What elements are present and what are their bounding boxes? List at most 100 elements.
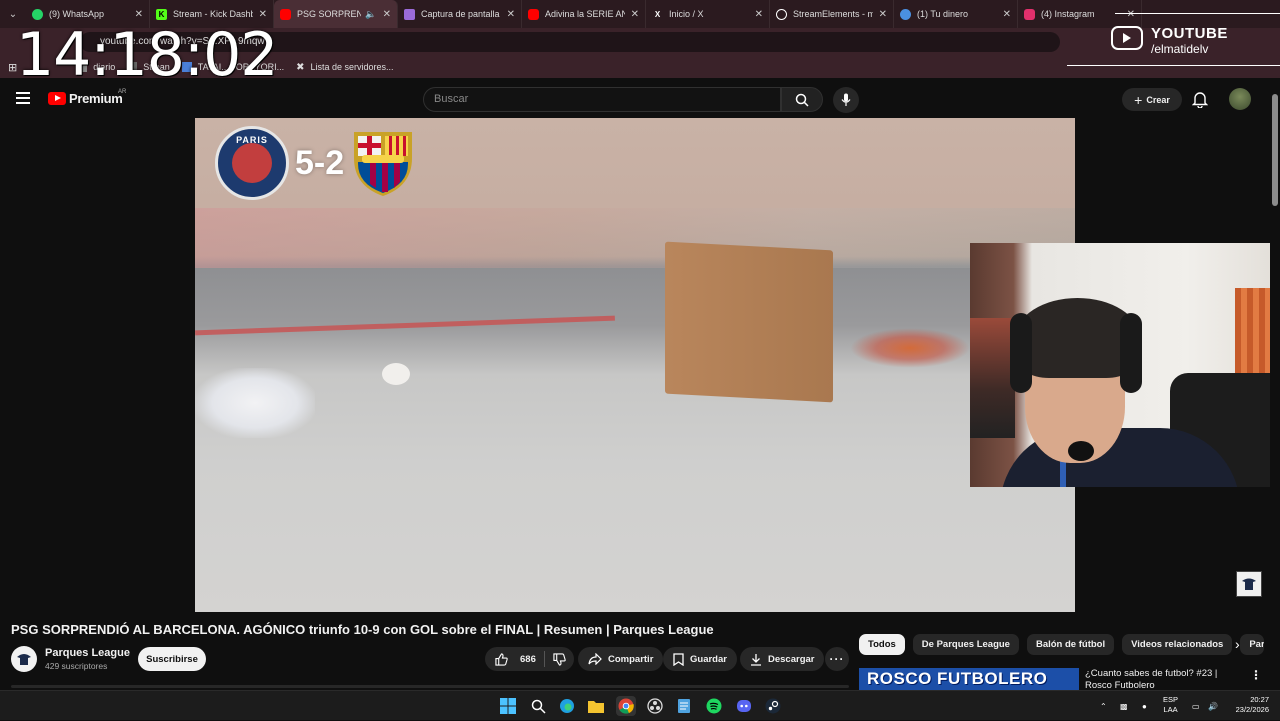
search-button[interactable] (781, 87, 823, 112)
channel-watermark[interactable] (1236, 571, 1262, 597)
subscriber-count: 429 suscriptores (45, 661, 108, 671)
notepad-icon[interactable] (674, 696, 694, 716)
tab-adivina[interactable]: Adivina la SERIE ANII ✕ (522, 0, 646, 28)
pen-icon (404, 8, 415, 20)
account-avatar[interactable] (1229, 88, 1251, 110)
thumbs-down-icon (553, 652, 566, 666)
thumbnail-text: ROSCO FUTBOLERO (867, 669, 1048, 688)
windows-start-icon[interactable] (498, 696, 518, 716)
close-tab-icon[interactable]: ✕ (1127, 9, 1135, 20)
windows-taskbar: ⌃ ▩ ● ESP LAA ▭ 🔊 20:27 23/2/2026 (0, 690, 1280, 720)
search-icon (795, 93, 809, 107)
close-tab-icon[interactable]: ✕ (879, 9, 887, 20)
tab-tu-dinero[interactable]: (1) Tu dinero ✕ (894, 0, 1018, 28)
video-player[interactable]: PARIS 5-2 (195, 118, 1075, 612)
close-tab-icon[interactable]: ✕ (135, 9, 143, 20)
tab-streamelements[interactable]: StreamElements - m ✕ (770, 0, 894, 28)
tab-instagram[interactable]: (4) Instagram ✕ (1018, 0, 1142, 28)
close-tab-icon[interactable]: ✕ (755, 9, 763, 20)
parques-logo-icon (1242, 578, 1256, 590)
file-explorer-icon[interactable] (586, 696, 606, 716)
like-button[interactable]: 686 (485, 651, 545, 667)
close-tab-icon[interactable]: ✕ (507, 9, 515, 20)
obs-icon[interactable] (645, 696, 665, 716)
thumbs-up-icon (495, 652, 508, 666)
tab-label: Captura de pantalla p (421, 9, 501, 19)
tab-label: (4) Instagram (1041, 9, 1095, 19)
save-label: Guardar (690, 653, 727, 665)
stream-clock-overlay: 14:18:02 (16, 20, 278, 90)
bell-icon (1191, 92, 1209, 109)
streamelements-icon (776, 8, 787, 20)
tab-label: StreamElements - m (793, 9, 873, 19)
search-input[interactable]: Buscar (423, 87, 781, 112)
chevron-right-icon[interactable]: › (1235, 636, 1240, 652)
save-button[interactable]: Guardar (663, 647, 737, 671)
channel-name[interactable]: Parques League (45, 647, 130, 659)
subscribe-button[interactable]: Suscribirse (138, 647, 206, 671)
chip-balon-de-futbol[interactable]: Balón de fútbol (1026, 634, 1115, 655)
chip-partial[interactable]: Par (1240, 634, 1265, 655)
bookmark-servidores[interactable]: ✖ Lista de servidores... (296, 62, 394, 73)
speaker-icon[interactable]: 🔈 (365, 9, 376, 20)
steam-icon[interactable] (763, 696, 783, 716)
tab-youtube-active[interactable]: PSG SORPRENDI 🔈 ✕ (274, 0, 398, 28)
close-tab-icon[interactable]: ✕ (631, 9, 639, 20)
network-icon[interactable]: ▩ (1120, 691, 1128, 721)
keyboard-layout: LAA (1163, 705, 1178, 714)
edge-icon[interactable] (557, 696, 577, 716)
chip-todos[interactable]: Todos (859, 634, 905, 655)
overlay-divider (1115, 13, 1280, 14)
more-vertical-icon[interactable]: ⋮ (1250, 668, 1262, 682)
youtube-play-icon (48, 92, 66, 105)
related-filter-chips: Todos De Parques League Balón de fútbol … (859, 634, 1272, 655)
chrome-icon[interactable] (616, 696, 636, 716)
related-video-thumbnail[interactable]: ROSCO FUTBOLERO (859, 668, 1079, 690)
tab-x[interactable]: X Inicio / X ✕ (646, 0, 770, 28)
search-icon[interactable] (528, 696, 548, 716)
video-scene-wall (195, 208, 1075, 268)
video-title: PSG SORPRENDIÓ AL BARCELONA. AGÓNICO tri… (11, 622, 714, 637)
instagram-icon (1024, 8, 1035, 20)
wallet-icon (900, 8, 911, 20)
badge-handle: /elmatidelv (1151, 42, 1209, 56)
more-horizontal-icon: ··· (829, 652, 845, 666)
close-tab-icon[interactable]: ✕ (259, 9, 267, 20)
volume-icon[interactable]: 🔊 (1208, 691, 1218, 721)
spotify-icon[interactable] (704, 696, 724, 716)
score-text: 5-2 (295, 143, 345, 182)
notifications-button[interactable] (1191, 90, 1209, 113)
scoreboard: PARIS 5-2 (215, 126, 416, 200)
page-scrollbar[interactable] (1270, 80, 1280, 690)
close-tab-icon[interactable]: ✕ (383, 9, 391, 20)
more-actions-button[interactable]: ··· (825, 647, 849, 671)
webcam-overlay (970, 243, 1280, 487)
chip-de-parques-league[interactable]: De Parques League (912, 634, 1019, 655)
kick-icon: K (156, 8, 167, 20)
bookmark-label: Lista de servidores... (310, 62, 394, 72)
menu-icon[interactable] (16, 92, 30, 104)
tab-label: Inicio / X (669, 9, 704, 19)
like-count: 686 (520, 653, 536, 665)
system-clock[interactable]: 20:27 23/2/2026 (1227, 695, 1269, 715)
tray-overflow-icon[interactable]: ⌃ (1100, 691, 1107, 721)
download-button[interactable]: Descargar (740, 647, 825, 671)
related-video-title[interactable]: ¿Cuanto sabes de futbol? #23 | Rosco Fut… (1085, 668, 1245, 690)
close-tab-icon[interactable]: ✕ (1003, 9, 1011, 20)
video-scene-player (195, 368, 315, 438)
dislike-button[interactable] (545, 652, 572, 666)
channel-avatar[interactable] (11, 646, 37, 672)
language-indicator[interactable]: ESP LAA (1163, 695, 1178, 715)
voice-search-button[interactable] (833, 87, 859, 113)
chip-videos-relacionados[interactable]: Videos relacionados (1122, 634, 1233, 655)
tab-captura[interactable]: Captura de pantalla p ✕ (398, 0, 522, 28)
scrollbar-thumb[interactable] (1272, 94, 1278, 206)
discord-icon[interactable] (734, 696, 754, 716)
whatsapp-icon (32, 8, 43, 20)
share-button[interactable]: Compartir (578, 647, 664, 671)
create-button[interactable]: + Crear (1122, 88, 1182, 111)
microphone-tray-icon[interactable]: ● (1142, 691, 1147, 721)
youtube-logo[interactable]: Premium AR (48, 89, 126, 106)
stream-youtube-badge: YOUTUBE /elmatidelv (1111, 26, 1228, 56)
display-icon[interactable]: ▭ (1192, 691, 1200, 721)
